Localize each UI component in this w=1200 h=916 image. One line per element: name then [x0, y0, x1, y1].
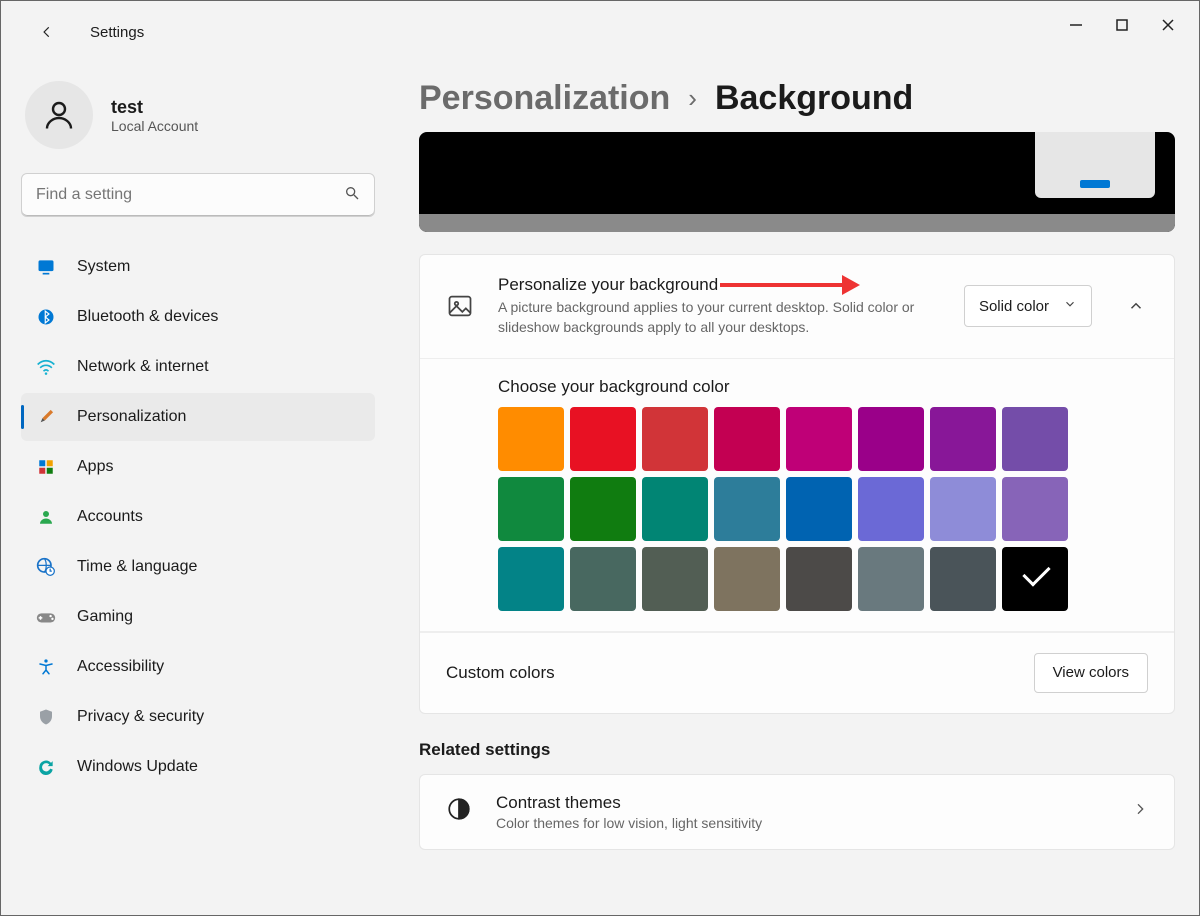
- sidebar-item-personalization[interactable]: Personalization: [21, 393, 375, 441]
- breadcrumb: Personalization › Background: [419, 79, 1175, 118]
- sidebar-item-time-language[interactable]: Time & language: [21, 543, 375, 591]
- color-swatch[interactable]: [786, 407, 852, 471]
- globe-clock-icon: [35, 556, 57, 578]
- sidebar-nav: System Bluetooth & devices Network & inter…: [21, 243, 375, 791]
- app-title: Settings: [90, 24, 144, 41]
- sidebar-item-label: Time & language: [77, 558, 197, 576]
- chevron-right-icon: ›: [688, 83, 697, 114]
- sidebar-item-label: Windows Update: [77, 758, 198, 776]
- sidebar-item-network-internet[interactable]: Network & internet: [21, 343, 375, 391]
- color-swatch[interactable]: [714, 477, 780, 541]
- breadcrumb-parent[interactable]: Personalization: [419, 79, 670, 118]
- account-subtitle: Local Account: [111, 118, 198, 134]
- sidebar-item-apps[interactable]: Apps: [21, 443, 375, 491]
- color-swatch[interactable]: [1002, 407, 1068, 471]
- sidebar-item-label: Accounts: [77, 508, 143, 526]
- desktop-preview: [419, 132, 1175, 232]
- color-swatch[interactable]: [786, 477, 852, 541]
- sidebar-item-system[interactable]: System: [21, 243, 375, 291]
- sidebar-item-label: Network & internet: [77, 358, 209, 376]
- sidebar-item-label: Privacy & security: [77, 708, 204, 726]
- minimize-button[interactable]: [1053, 9, 1099, 41]
- setting-title: Personalize your background: [498, 275, 940, 295]
- background-card: Personalize your background A picture ba…: [419, 254, 1175, 714]
- wifi-icon: [35, 356, 57, 378]
- sidebar-item-privacy-security[interactable]: Privacy & security: [21, 693, 375, 741]
- monitor-icon: [35, 256, 57, 278]
- account-block[interactable]: test Local Account: [25, 81, 375, 149]
- background-type-select[interactable]: Solid color: [964, 285, 1092, 327]
- shield-icon: [35, 706, 57, 728]
- color-swatch[interactable]: [570, 407, 636, 471]
- color-swatch[interactable]: [570, 547, 636, 611]
- sidebar-item-bluetooth-devices[interactable]: Bluetooth & devices: [21, 293, 375, 341]
- color-swatch[interactable]: [858, 477, 924, 541]
- search-icon: [344, 185, 360, 206]
- sidebar-item-accounts[interactable]: Accounts: [21, 493, 375, 541]
- search-box[interactable]: [21, 173, 375, 217]
- related-heading: Related settings: [419, 740, 1175, 760]
- color-swatch[interactable]: [930, 407, 996, 471]
- color-swatch[interactable]: [1002, 477, 1068, 541]
- color-swatch[interactable]: [642, 477, 708, 541]
- color-swatch[interactable]: [858, 407, 924, 471]
- sidebar-item-accessibility[interactable]: Accessibility: [21, 643, 375, 691]
- collapse-button[interactable]: [1124, 297, 1148, 315]
- picture-icon: [446, 292, 474, 320]
- custom-colors-label: Custom colors: [446, 663, 555, 683]
- color-swatch[interactable]: [1002, 547, 1068, 611]
- preview-window: [1035, 132, 1155, 198]
- color-swatch[interactable]: [642, 407, 708, 471]
- setting-description: A picture background applies to your cur…: [498, 297, 918, 338]
- sidebar-item-label: System: [77, 258, 130, 276]
- person-icon: [35, 506, 57, 528]
- color-swatch[interactable]: [498, 477, 564, 541]
- color-swatch[interactable]: [714, 407, 780, 471]
- related-item-title: Contrast themes: [496, 793, 1108, 813]
- related-item-contrast-themes[interactable]: Contrast themes Color themes for low vis…: [419, 774, 1175, 850]
- chevron-down-icon: [1063, 297, 1077, 315]
- apps-icon: [35, 456, 57, 478]
- color-swatch[interactable]: [498, 547, 564, 611]
- search-input[interactable]: [36, 186, 344, 204]
- color-swatch[interactable]: [858, 547, 924, 611]
- titlebar: Settings: [1, 1, 1199, 49]
- sidebar-item-gaming[interactable]: Gaming: [21, 593, 375, 641]
- sidebar-item-windows-update[interactable]: Windows Update: [21, 743, 375, 791]
- breadcrumb-current: Background: [715, 79, 913, 118]
- color-swatch[interactable]: [570, 477, 636, 541]
- back-button[interactable]: [24, 16, 70, 48]
- update-icon: [35, 756, 57, 778]
- preview-taskbar: [419, 214, 1175, 232]
- maximize-button[interactable]: [1099, 9, 1145, 41]
- color-swatch[interactable]: [714, 547, 780, 611]
- gamepad-icon: [35, 606, 57, 628]
- view-colors-button[interactable]: View colors: [1034, 653, 1148, 693]
- sidebar: test Local Account System Bluetooth & dev…: [1, 49, 391, 915]
- sidebar-item-label: Gaming: [77, 608, 133, 626]
- color-swatch[interactable]: [786, 547, 852, 611]
- sidebar-item-label: Apps: [77, 458, 113, 476]
- accessibility-icon: [35, 656, 57, 678]
- color-swatch[interactable]: [930, 547, 996, 611]
- sidebar-item-label: Accessibility: [77, 658, 164, 676]
- select-value: Solid color: [979, 298, 1049, 315]
- related-item-subtitle: Color themes for low vision, light sensi…: [496, 815, 1108, 831]
- sidebar-item-label: Personalization: [77, 408, 186, 426]
- color-swatches: [498, 407, 1148, 611]
- account-name: test: [111, 97, 198, 118]
- chevron-right-icon: [1132, 801, 1148, 822]
- close-button[interactable]: [1145, 9, 1191, 41]
- colors-title: Choose your background color: [498, 377, 1148, 397]
- bluetooth-icon: [35, 306, 57, 328]
- brush-icon: [35, 406, 57, 428]
- contrast-icon: [446, 796, 472, 827]
- sidebar-item-label: Bluetooth & devices: [77, 308, 218, 326]
- main-content: Personalization › Background Personalize…: [391, 49, 1199, 915]
- avatar: [25, 81, 93, 149]
- color-swatch[interactable]: [930, 477, 996, 541]
- color-swatch[interactable]: [642, 547, 708, 611]
- color-swatch[interactable]: [498, 407, 564, 471]
